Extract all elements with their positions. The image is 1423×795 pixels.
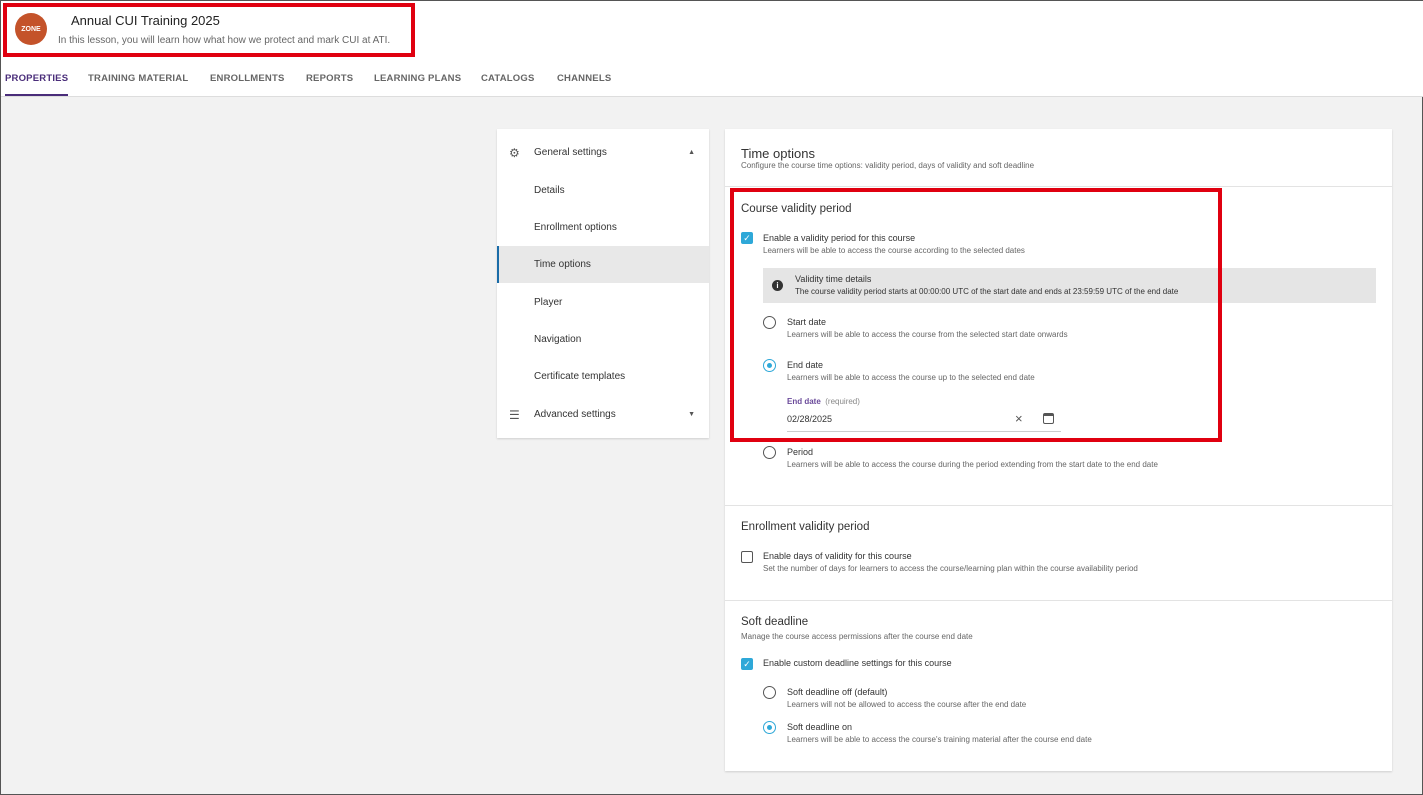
start-date-radio[interactable] bbox=[763, 316, 776, 329]
soft-deadline-desc: Manage the course access permissions aft… bbox=[741, 632, 973, 641]
soft-deadline-off-label: Soft deadline off (default) bbox=[787, 687, 888, 697]
tab-reports[interactable]: REPORTS bbox=[306, 73, 353, 96]
course-logo: ZONE bbox=[15, 13, 47, 45]
info-icon: i bbox=[772, 280, 783, 291]
sliders-icon: ☰ bbox=[509, 407, 520, 422]
sidebar-label: General settings bbox=[534, 147, 607, 158]
enable-soft-deadline-label: Enable custom deadline settings for this… bbox=[763, 658, 952, 668]
enable-days-validity-checkbox[interactable] bbox=[741, 551, 753, 563]
divider bbox=[725, 505, 1392, 506]
soft-deadline-on-radio[interactable] bbox=[763, 721, 776, 734]
period-radio[interactable] bbox=[763, 446, 776, 459]
enable-days-desc: Set the number of days for learners to a… bbox=[763, 564, 1138, 573]
gear-icon: ⚙ bbox=[509, 145, 520, 160]
soft-deadline-on-desc: Learners will be able to access the cour… bbox=[787, 735, 1092, 744]
course-header: ZONE Annual CUI Training 2025 In this le… bbox=[1, 1, 1423, 97]
info-text: The course validity period starts at 00:… bbox=[795, 287, 1179, 296]
tab-channels[interactable]: CHANNELS bbox=[557, 73, 611, 96]
course-validity-title: Course validity period bbox=[741, 203, 852, 215]
sidebar-item-details[interactable]: Details bbox=[497, 172, 709, 209]
clear-icon[interactable]: × bbox=[1015, 411, 1023, 426]
tab-training-material[interactable]: TRAINING MATERIAL bbox=[88, 73, 188, 96]
soft-deadline-off-desc: Learners will not be allowed to access t… bbox=[787, 700, 1027, 709]
end-date-label: End date bbox=[787, 360, 824, 370]
sidebar-label: Advanced settings bbox=[534, 409, 616, 420]
divider bbox=[725, 600, 1392, 601]
tab-catalogs[interactable]: CATALOGS bbox=[481, 73, 535, 96]
start-date-desc: Learners will be able to access the cour… bbox=[787, 330, 1068, 339]
enrollment-validity-title: Enrollment validity period bbox=[741, 521, 870, 533]
field-label: End date bbox=[787, 397, 821, 406]
enable-soft-deadline-checkbox[interactable]: ✓ bbox=[741, 658, 753, 670]
end-date-desc: Learners will be able to access the cour… bbox=[787, 373, 1035, 382]
enable-validity-desc: Learners will be able to access the cour… bbox=[763, 246, 1025, 255]
sidebar-item-player[interactable]: Player bbox=[497, 284, 709, 321]
tab-enrollments[interactable]: ENROLLMENTS bbox=[210, 73, 285, 96]
soft-deadline-on-label: Soft deadline on bbox=[787, 722, 853, 732]
start-date-label: Start date bbox=[787, 317, 827, 327]
tab-properties[interactable]: PROPERTIES bbox=[5, 73, 69, 96]
enable-days-label: Enable days of validity for this course bbox=[763, 551, 912, 561]
sidebar-item-enrollment-options[interactable]: Enrollment options bbox=[497, 209, 709, 246]
course-title: Annual CUI Training 2025 bbox=[71, 13, 220, 28]
tab-learning-plans[interactable]: LEARNING PLANS bbox=[374, 73, 461, 96]
required-hint: (required) bbox=[825, 397, 860, 406]
sidebar-advanced-settings[interactable]: ☰ Advanced settings ▼ bbox=[497, 396, 709, 433]
soft-deadline-off-radio[interactable] bbox=[763, 686, 776, 699]
end-date-input[interactable]: 02/28/2025 × bbox=[787, 410, 1061, 432]
end-date-value: 02/28/2025 bbox=[787, 414, 833, 424]
calendar-icon[interactable] bbox=[1043, 413, 1054, 424]
course-subtitle: In this lesson, you will learn how what … bbox=[58, 35, 391, 46]
time-options-title: Time options bbox=[741, 146, 815, 161]
enable-validity-checkbox[interactable]: ✓ bbox=[741, 232, 753, 244]
sidebar-item-certificate-templates[interactable]: Certificate templates bbox=[497, 358, 709, 395]
sidebar-item-time-options[interactable]: Time options bbox=[497, 246, 709, 283]
soft-deadline-title: Soft deadline bbox=[741, 616, 809, 628]
info-title: Validity time details bbox=[795, 274, 872, 284]
time-options-card: Time options Configure the course time o… bbox=[725, 129, 1392, 771]
enable-validity-label: Enable a validity period for this course bbox=[763, 233, 916, 243]
period-desc: Learners will be able to access the cour… bbox=[787, 460, 1158, 469]
caret-up-icon: ▲ bbox=[688, 149, 695, 156]
divider bbox=[725, 186, 1392, 187]
end-date-field-label: End date (required) bbox=[787, 397, 860, 406]
validity-info-banner: i Validity time details The course valid… bbox=[763, 268, 1376, 303]
caret-down-icon: ▼ bbox=[688, 411, 695, 418]
end-date-radio[interactable] bbox=[763, 359, 776, 372]
sidebar-item-navigation[interactable]: Navigation bbox=[497, 321, 709, 358]
sidebar-general-settings[interactable]: ⚙ General settings ▲ bbox=[497, 134, 709, 171]
period-label: Period bbox=[787, 447, 814, 457]
time-options-description: Configure the course time options: valid… bbox=[741, 161, 1035, 170]
settings-sidebar: ⚙ General settings ▲ Details Enrollment op… bbox=[497, 129, 709, 438]
